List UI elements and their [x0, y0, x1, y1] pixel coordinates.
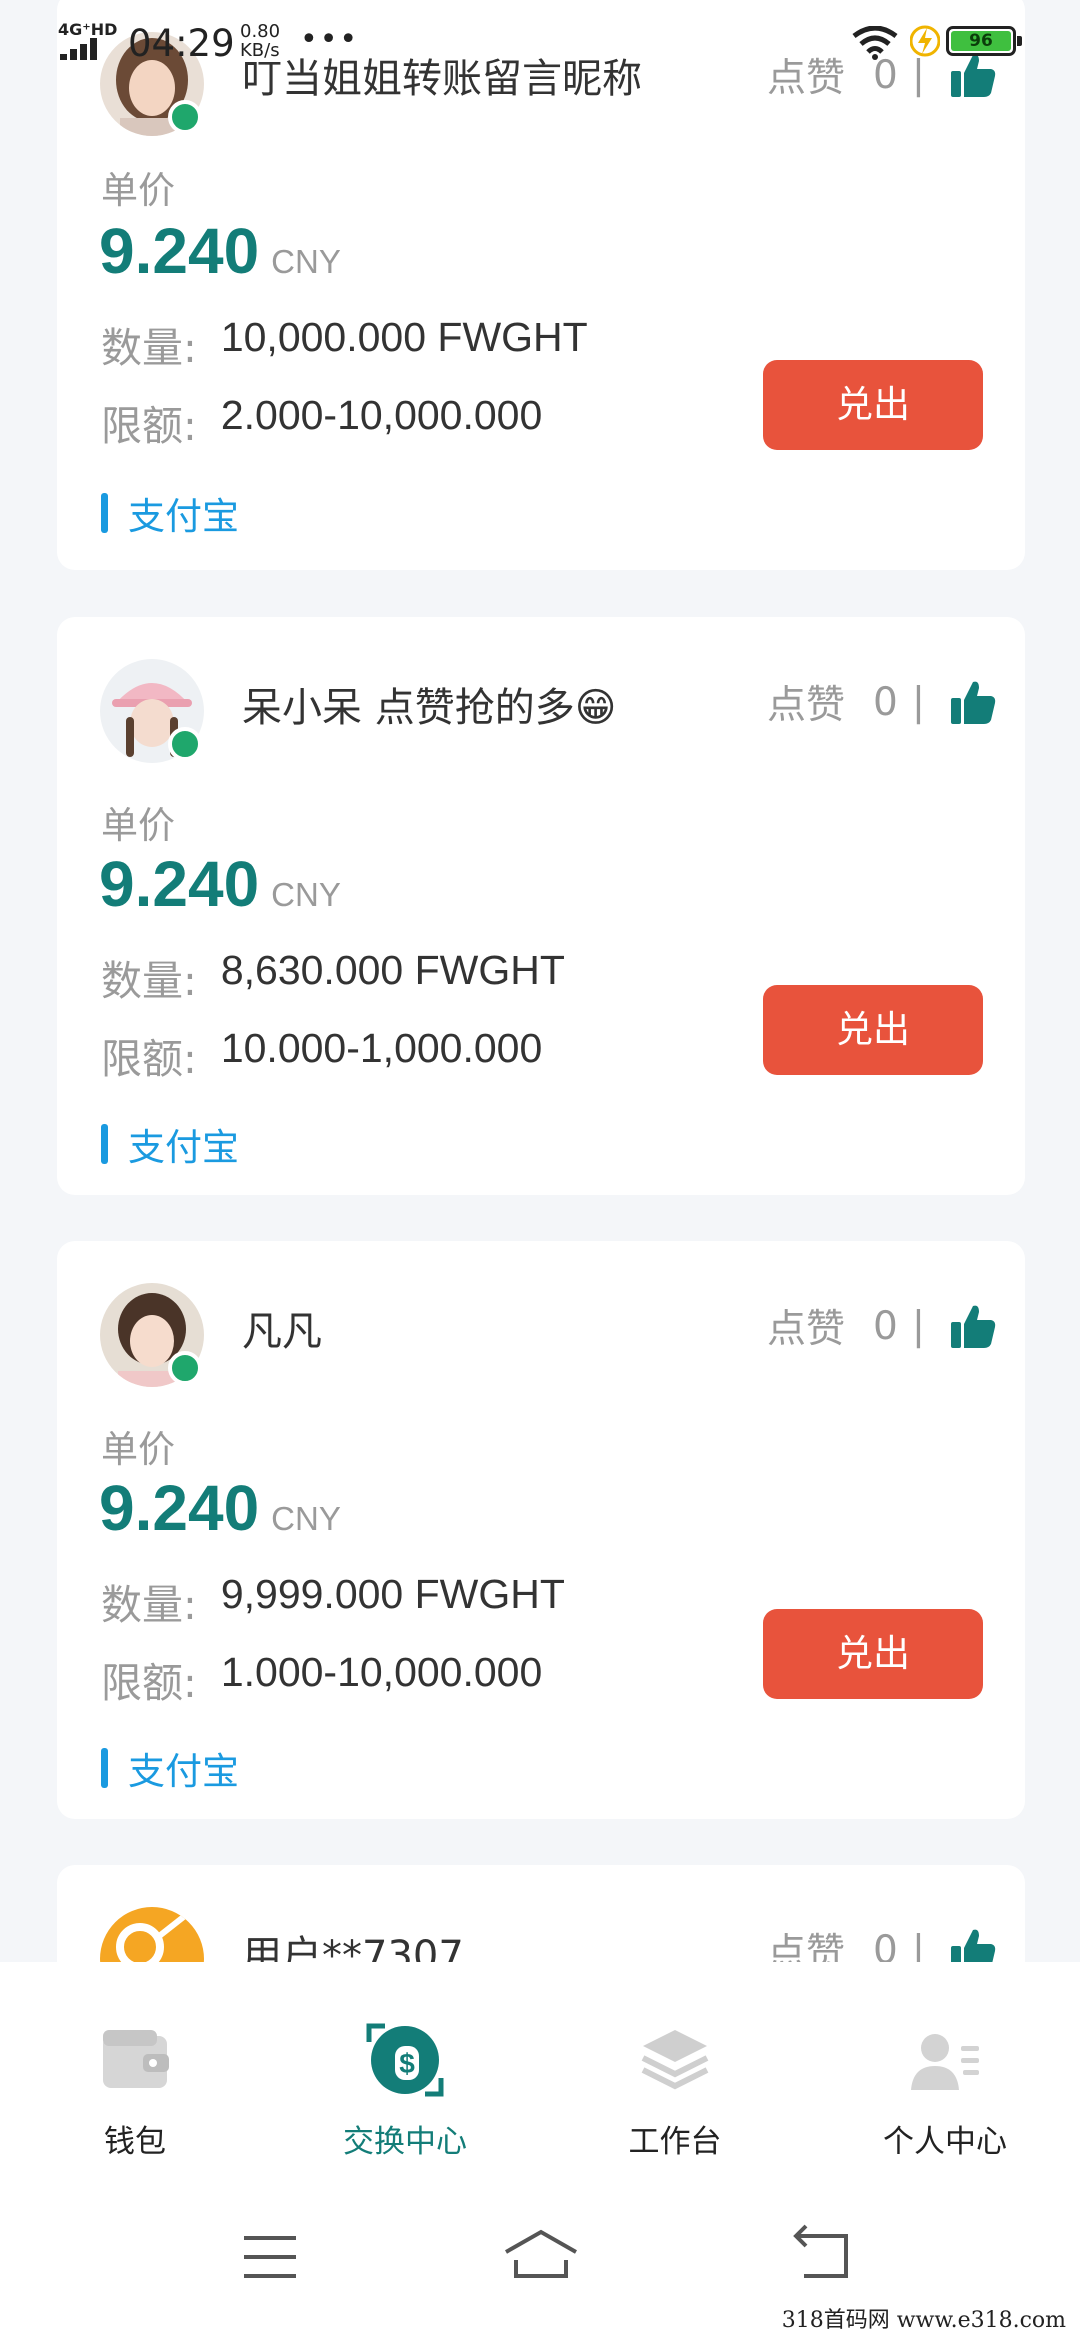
like-label: 点赞 [767, 1307, 846, 1352]
limit-label: 限额: [101, 402, 197, 450]
like-count: 0 [873, 679, 898, 725]
system-navigation-bar: 318首码网 www.e318.com [0, 2176, 1080, 2340]
price-row: 9.240 CNY [99, 847, 341, 920]
seller-nickname: 凡凡 [242, 1309, 322, 1355]
tab-label: 钱包 [104, 2124, 166, 2160]
thumbs-up-icon[interactable] [949, 51, 997, 99]
online-indicator [168, 100, 202, 134]
unit-price: 9.240 [99, 1472, 260, 1544]
quantity-value: 10,000.000 FWGHT [220, 314, 588, 360]
quantity-value: 9,999.000 FWGHT [220, 1571, 565, 1617]
price-row: 9.240 CNY [99, 214, 341, 287]
layers-icon [641, 2030, 709, 2090]
payment-method-tag: 支付宝 [101, 492, 239, 538]
like-divider: | [911, 1303, 925, 1349]
payment-method-tag: 支付宝 [101, 1747, 239, 1793]
quantity-row: 数量: 9,999.000 FWGHT [101, 1571, 565, 1631]
like-count: 0 [873, 1303, 898, 1349]
like-count: 0 [873, 52, 898, 98]
price-currency: CNY [271, 243, 341, 280]
price-currency: CNY [271, 876, 341, 913]
seller-nickname: 呆小呆 点赞抢的多😁 [242, 685, 617, 731]
tab-label: 个人中心 [883, 2124, 1007, 2160]
limit-row: 限额: 2.000-10,000.000 [101, 392, 542, 452]
thumbs-up-icon[interactable] [949, 678, 997, 726]
sell-button[interactable]: 兑出 [763, 360, 983, 450]
quantity-row: 数量: 10,000.000 FWGHT [101, 314, 588, 374]
tab-wallet[interactable]: 钱包 [0, 1962, 270, 2176]
like-label: 点赞 [767, 56, 846, 101]
limit-row: 限额: 1.000-10,000.000 [101, 1649, 542, 1709]
tab-label: 工作台 [628, 2124, 722, 2160]
like-divider: | [911, 679, 925, 725]
bottom-tab-bar: 钱包 $ 交换中心 工作台 个人中心 [0, 1962, 1080, 2176]
svg-text:$: $ [399, 2048, 415, 2079]
sell-button[interactable]: 兑出 [763, 985, 983, 1075]
profile-icon [911, 2034, 979, 2090]
like-label: 点赞 [767, 683, 846, 728]
menu-icon[interactable] [226, 2222, 316, 2292]
thumbs-up-icon[interactable] [949, 1302, 997, 1350]
payment-method: 支付宝 [128, 495, 239, 538]
wallet-icon [103, 2030, 169, 2088]
quantity-label: 数量: [101, 1581, 197, 1629]
like-group: 点赞 0 | [767, 1301, 997, 1352]
tab-exchange-center[interactable]: $ 交换中心 [270, 1962, 540, 2176]
price-row: 9.240 CNY [99, 1471, 341, 1544]
payment-method: 支付宝 [128, 1750, 239, 1793]
listing-card: 呆小呆 点赞抢的多😁 点赞 0 | 单价 9.240 CNY 数量: 8,630… [57, 617, 1025, 1195]
tab-label: 交换中心 [343, 2124, 467, 2160]
unit-price: 9.240 [99, 215, 260, 287]
payment-method: 支付宝 [128, 1126, 239, 1169]
exchange-page: 4G⁺HD 04:29 0.80 KB/s ••• 96 叮当姐姐转账留言昵称 … [0, 0, 1080, 2340]
like-group: 点赞 0 | [767, 677, 997, 728]
price-label: 单价 [101, 1428, 175, 1471]
avatar[interactable] [100, 1283, 204, 1387]
online-indicator [168, 727, 202, 761]
exchange-icon: $ [366, 2023, 444, 2097]
price-label: 单价 [101, 169, 175, 212]
home-icon[interactable] [496, 2222, 586, 2292]
limit-value: 1.000-10,000.000 [220, 1649, 543, 1695]
quantity-label: 数量: [101, 324, 197, 372]
payment-accent-bar [101, 1124, 108, 1164]
payment-method-tag: 支付宝 [101, 1123, 239, 1169]
limit-label: 限额: [101, 1035, 197, 1083]
payment-accent-bar [101, 493, 108, 533]
online-indicator [168, 1351, 202, 1385]
limit-label: 限额: [101, 1659, 197, 1707]
listing-card: 凡凡 点赞 0 | 单价 9.240 CNY 数量: 9,999.000 FWG… [57, 1241, 1025, 1819]
tab-profile[interactable]: 个人中心 [810, 1962, 1080, 2176]
limit-row: 限额: 10.000-1,000.000 [101, 1025, 542, 1085]
price-currency: CNY [271, 1500, 341, 1537]
listing-card: 叮当姐姐转账留言昵称 点赞 0 | 单价 9.240 CNY 数量: 10,00… [57, 0, 1025, 570]
limit-value: 2.000-10,000.000 [220, 392, 543, 438]
quantity-row: 数量: 8,630.000 FWGHT [101, 947, 565, 1007]
unit-price: 9.240 [99, 848, 260, 920]
quantity-value: 8,630.000 FWGHT [220, 947, 565, 993]
like-group: 点赞 0 | [767, 50, 997, 101]
limit-value: 10.000-1,000.000 [220, 1025, 543, 1071]
payment-accent-bar [101, 1748, 108, 1788]
quantity-label: 数量: [101, 957, 197, 1005]
avatar[interactable] [100, 32, 204, 136]
tab-workbench[interactable]: 工作台 [540, 1962, 810, 2176]
back-icon[interactable] [776, 2222, 866, 2292]
watermark: 318首码网 www.e318.com [777, 2300, 1070, 2336]
like-divider: | [911, 52, 925, 98]
avatar[interactable] [100, 659, 204, 763]
seller-nickname: 叮当姐姐转账留言昵称 [242, 56, 642, 102]
price-label: 单价 [101, 804, 175, 847]
sell-button[interactable]: 兑出 [763, 1609, 983, 1699]
